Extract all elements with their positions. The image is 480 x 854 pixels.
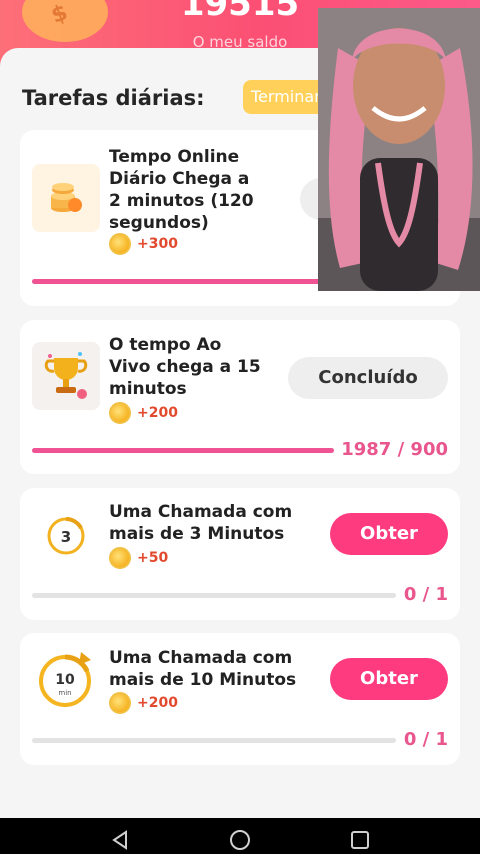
progress-fill bbox=[32, 279, 332, 284]
progress-bar bbox=[32, 279, 332, 284]
task-title: Uma Chamada com mais de 3 Minutos bbox=[109, 502, 293, 544]
task-reward: +200 bbox=[109, 402, 178, 424]
task-title: Tempo Online Diário Chega a 2 minutos (1… bbox=[109, 147, 254, 233]
task-title: O tempo Ao Vivo chega a 15 minutos bbox=[109, 335, 261, 399]
home-icon[interactable] bbox=[228, 828, 252, 852]
timer-10-min-icon: 10 min bbox=[32, 645, 100, 713]
completed-button[interactable]: Concluído bbox=[288, 357, 448, 399]
task-card: 10 min Uma Chamada com mais de 10 Minuto… bbox=[20, 633, 460, 765]
coin-icon bbox=[109, 233, 131, 255]
svg-text:3: 3 bbox=[61, 528, 71, 546]
progress-text: 1987 / 900 bbox=[341, 439, 448, 460]
progress-bar bbox=[32, 593, 396, 598]
coin-icon bbox=[109, 402, 131, 424]
task-reward: +50 bbox=[109, 547, 168, 569]
system-nav-bar bbox=[0, 818, 480, 854]
svg-text:min: min bbox=[58, 689, 71, 697]
task-title: Uma Chamada com mais de 10 Minutos bbox=[109, 648, 297, 690]
back-icon[interactable] bbox=[108, 828, 132, 852]
progress-text: 0 / 1 bbox=[403, 584, 448, 605]
recent-apps-icon[interactable] bbox=[348, 828, 372, 852]
webcam-overlay bbox=[318, 8, 480, 291]
claim-button[interactable]: Obter bbox=[330, 658, 448, 700]
coin-icon bbox=[109, 547, 131, 569]
task-reward: +200 bbox=[109, 692, 178, 714]
finish-button[interactable]: Terminar bbox=[243, 80, 329, 114]
coin-stack-icon bbox=[32, 164, 100, 232]
svg-text:10: 10 bbox=[55, 672, 75, 688]
progress-text: 0 / 1 bbox=[403, 729, 448, 750]
section-title: Tarefas diárias: bbox=[22, 86, 205, 110]
task-card: O tempo Ao Vivo chega a 15 minutos +200 … bbox=[20, 320, 460, 474]
timer-3-icon: 3 bbox=[32, 502, 100, 570]
claim-button[interactable]: Obter bbox=[330, 513, 448, 555]
progress-fill bbox=[32, 448, 334, 453]
task-reward: +300 bbox=[109, 233, 178, 255]
task-card: 3 Uma Chamada com mais de 3 Minutos +50 … bbox=[20, 488, 460, 620]
trophy-icon bbox=[32, 342, 100, 410]
progress-bar bbox=[32, 448, 334, 453]
coin-icon bbox=[109, 692, 131, 714]
progress-bar bbox=[32, 738, 396, 743]
